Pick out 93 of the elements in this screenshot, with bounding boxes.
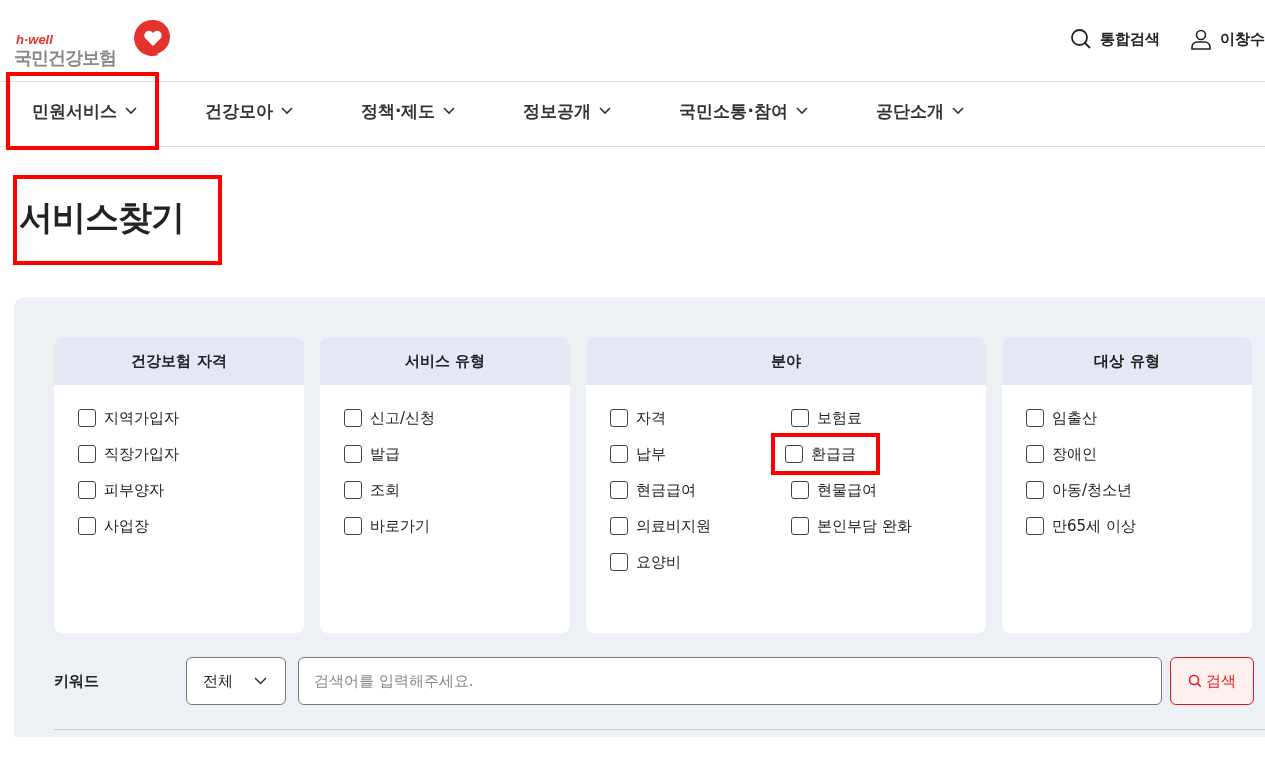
checkbox[interactable] [78, 445, 96, 463]
checkbox-option[interactable]: 사업장 [70, 511, 157, 541]
logo-tagline: h·well [16, 32, 53, 47]
checkbox[interactable] [610, 445, 628, 463]
checkbox[interactable] [1026, 517, 1044, 535]
header-link[interactable]: 통합검색 [1070, 28, 1160, 50]
chevron-down-icon [795, 107, 808, 115]
option-label: 피부양자 [104, 480, 164, 500]
nav-menu-item[interactable]: 국민소통·참여 [653, 72, 830, 150]
checkbox[interactable] [791, 409, 809, 427]
heart-bubble-icon [132, 18, 172, 58]
search-icon [1188, 674, 1202, 688]
option-label: 아동/청소년 [1052, 480, 1133, 500]
nav-menu-item[interactable]: 민원서비스 [6, 72, 159, 150]
option-label: 신고/신청 [370, 408, 436, 428]
option-label: 지역가입자 [104, 408, 179, 428]
checkbox-option[interactable]: 조회 [336, 475, 408, 505]
checkbox-option[interactable]: 의료비지원 [602, 511, 719, 541]
checkbox[interactable] [791, 517, 809, 535]
option-label: 만65세 이상 [1052, 516, 1136, 536]
option-label: 조회 [370, 480, 400, 500]
filter-card-title: 건강보험 자격 [54, 337, 304, 385]
checkbox-option[interactable]: 납부 [602, 439, 674, 469]
option-label: 의료비지원 [636, 516, 711, 536]
checkbox[interactable] [1026, 445, 1044, 463]
chevron-down-icon [125, 107, 137, 115]
filter-card-title: 분야 [586, 337, 986, 385]
checkbox-option[interactable]: 만65세 이상 [1018, 511, 1144, 541]
chevron-down-icon [599, 107, 612, 115]
option-label: 장애인 [1052, 444, 1097, 464]
option-label: 납부 [636, 444, 666, 464]
search-icon [1070, 28, 1092, 50]
option-label: 보험료 [817, 408, 862, 428]
checkbox-option[interactable]: 보험료 [783, 403, 870, 433]
checkbox-option[interactable]: 요양비 [602, 547, 689, 577]
checkbox[interactable] [1026, 481, 1044, 499]
checkbox-option[interactable]: 자격 [602, 403, 674, 433]
checkbox-option[interactable]: 현금급여 [602, 475, 704, 505]
header-link[interactable]: 이창수 [1190, 28, 1265, 50]
option-label: 직장가입자 [104, 444, 179, 464]
checkbox-option[interactable]: 임출산 [1018, 403, 1105, 433]
checkbox[interactable] [344, 409, 362, 427]
page-title: 서비스찾기 [13, 175, 222, 265]
nav-menu-item[interactable]: 건강모아 [179, 72, 315, 150]
option-label: 발급 [370, 444, 400, 464]
option-label: 요양비 [636, 552, 681, 572]
option-label: 자격 [636, 408, 666, 428]
option-label: 현금급여 [636, 480, 696, 500]
checkbox[interactable] [78, 517, 96, 535]
user-icon [1190, 28, 1212, 50]
nav-menu-item[interactable]: 정보공개 [497, 72, 634, 150]
checkbox[interactable] [610, 481, 628, 499]
checkbox-option[interactable]: 환급금 [771, 433, 880, 475]
chevron-down-icon [951, 107, 964, 115]
chevron-down-icon [281, 107, 293, 115]
checkbox[interactable] [78, 409, 96, 427]
checkbox-option[interactable]: 현물급여 [783, 475, 885, 505]
chevron-down-icon [443, 107, 456, 115]
nav-menu-item[interactable]: 정책·제도 [335, 72, 478, 150]
option-label: 본인부담 완화 [817, 516, 912, 536]
checkbox[interactable] [610, 553, 628, 571]
option-label: 바로가기 [370, 516, 430, 536]
option-label: 환급금 [811, 444, 856, 464]
checkbox-option[interactable]: 피부양자 [70, 475, 172, 505]
checkbox[interactable] [791, 481, 809, 499]
scope-select[interactable]: 전체 [186, 657, 286, 705]
search-button[interactable]: 검색 [1170, 657, 1254, 705]
option-label: 현물급여 [817, 480, 877, 500]
filter-card-title: 대상 유형 [1002, 337, 1252, 385]
option-label: 사업장 [104, 516, 149, 536]
logo-name: 국민건강보험 [14, 46, 116, 70]
checkbox[interactable] [344, 517, 362, 535]
checkbox-option[interactable]: 아동/청소년 [1018, 475, 1141, 505]
checkbox-option[interactable]: 바로가기 [336, 511, 438, 541]
checkbox[interactable] [1026, 409, 1044, 427]
checkbox[interactable] [610, 517, 628, 535]
checkbox[interactable] [78, 481, 96, 499]
keyword-label: 키워드 [54, 671, 100, 691]
filter-card-title: 서비스 유형 [320, 337, 570, 385]
option-label: 임출산 [1052, 408, 1097, 428]
checkbox[interactable] [610, 409, 628, 427]
checkbox-option[interactable]: 발급 [336, 439, 408, 469]
nav-menu-item[interactable]: 공단소개 [849, 72, 986, 150]
checkbox[interactable] [344, 445, 362, 463]
checkbox-option[interactable]: 신고/신청 [336, 403, 444, 433]
checkbox-option[interactable]: 장애인 [1018, 439, 1105, 469]
checkbox[interactable] [785, 445, 803, 463]
checkbox-option[interactable]: 본인부담 완화 [783, 511, 920, 541]
checkbox-option[interactable]: 지역가입자 [70, 403, 187, 433]
search-input[interactable]: 검색어를 입력해주세요. [298, 657, 1162, 705]
checkbox-option[interactable]: 직장가입자 [70, 439, 187, 469]
checkbox[interactable] [344, 481, 362, 499]
chevron-down-icon [254, 677, 267, 685]
